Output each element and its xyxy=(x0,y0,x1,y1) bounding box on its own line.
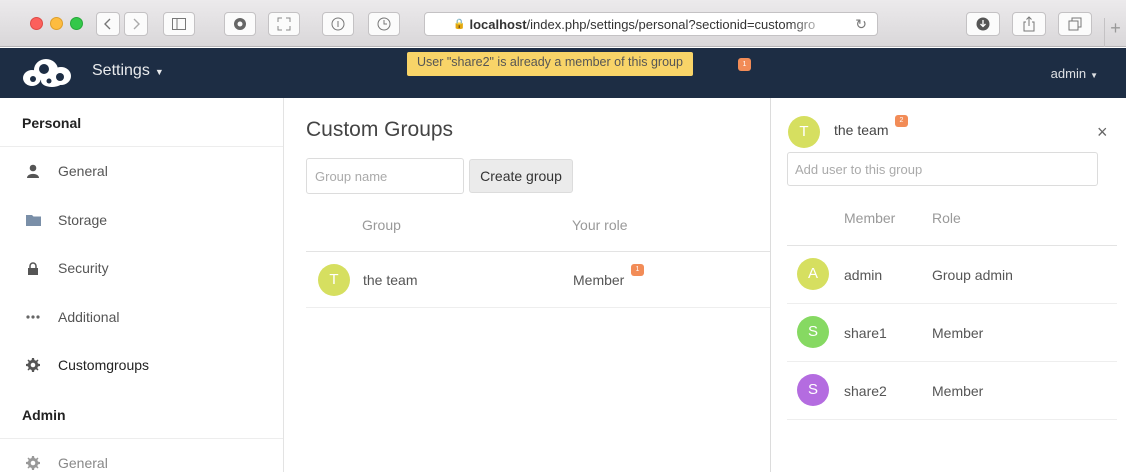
member-role: Member xyxy=(932,325,984,341)
close-icon[interactable]: × xyxy=(1097,122,1108,143)
reload-icon[interactable]: ↻ xyxy=(855,16,867,33)
avatar: T xyxy=(788,116,820,148)
caret-down-icon: ▼ xyxy=(1090,71,1098,80)
sidebar-heading-admin: Admin xyxy=(0,390,283,439)
sidebar-item-label: Additional xyxy=(58,308,120,325)
table-row[interactable]: A admin Group admin xyxy=(787,246,1117,304)
sidebar-toggle-button[interactable] xyxy=(163,12,195,36)
avatar: A xyxy=(797,258,829,290)
sidebar-item-label: General xyxy=(58,454,108,471)
chevron-left-icon xyxy=(104,18,111,30)
clock-icon xyxy=(377,17,391,31)
url-host: localhost xyxy=(469,16,527,32)
column-header-member: Member xyxy=(844,210,896,226)
download-icon xyxy=(976,17,990,31)
column-header-role: Role xyxy=(932,210,961,226)
group-name[interactable]: the team xyxy=(363,272,417,288)
url-path: /index.php/settings/personal?sectionid=c… xyxy=(526,16,816,32)
close-window-button[interactable] xyxy=(30,17,43,30)
user-icon xyxy=(25,163,41,179)
forward-button[interactable] xyxy=(124,12,148,36)
history-button[interactable] xyxy=(368,12,400,36)
sidebar-item-customgroups[interactable]: Customgroups xyxy=(0,341,283,390)
expand-icon xyxy=(277,17,291,31)
owncloud-logo[interactable] xyxy=(20,56,76,93)
group-details-panel: T the team 2 × Member Role A admin Group… xyxy=(770,98,1126,472)
info-icon xyxy=(331,17,345,31)
create-group-button[interactable]: Create group xyxy=(469,159,573,193)
settings-menu-label: Settings xyxy=(92,62,150,79)
share-icon xyxy=(1023,16,1035,32)
sidebar-item-label: Security xyxy=(58,260,109,277)
sidebar-item-storage[interactable]: Storage xyxy=(0,196,283,245)
reader-button[interactable] xyxy=(322,12,354,36)
extension-icon xyxy=(234,18,246,30)
browser-toolbar: 🔒 localhost/index.php/settings/personal?… xyxy=(0,0,1126,47)
fullscreen-button[interactable] xyxy=(268,12,300,36)
group-role: Member xyxy=(573,272,625,288)
table-row[interactable]: S share1 Member xyxy=(787,304,1117,362)
settings-menu[interactable]: Settings ▼ xyxy=(92,62,164,80)
address-bar[interactable]: 🔒 localhost/index.php/settings/personal?… xyxy=(424,12,878,36)
gear-icon xyxy=(25,357,41,373)
minimize-window-button[interactable] xyxy=(50,17,63,30)
notification-toast[interactable]: User "share2" is already a member of thi… xyxy=(407,52,693,76)
avatar: T xyxy=(318,264,350,296)
notification-badge: 1 xyxy=(738,58,751,71)
members-table-header: Member Role xyxy=(787,194,1117,246)
member-role: Group admin xyxy=(932,267,1013,283)
page-title: Custom Groups xyxy=(306,118,454,141)
gear-icon xyxy=(25,455,41,471)
group-name-input[interactable] xyxy=(306,158,464,194)
extension-button[interactable] xyxy=(224,12,256,36)
zoom-window-button[interactable] xyxy=(70,17,83,30)
role-badge: 1 xyxy=(631,264,644,276)
tabs-button[interactable] xyxy=(1058,12,1092,36)
sidebar-item-additional[interactable]: Additional xyxy=(0,293,283,342)
table-row[interactable]: S share2 Member xyxy=(787,362,1117,420)
caret-down-icon: ▼ xyxy=(154,67,164,77)
sidebar-item-label: General xyxy=(58,163,108,180)
member-role: Member xyxy=(932,383,984,399)
column-header-group: Group xyxy=(362,217,401,233)
more-icon xyxy=(25,309,41,325)
sidebar-icon xyxy=(172,18,186,30)
member-name: share2 xyxy=(844,383,887,399)
back-button[interactable] xyxy=(96,12,120,36)
downloads-button[interactable] xyxy=(966,12,1000,36)
chevron-right-icon xyxy=(133,18,140,30)
sidebar-item-admin-general[interactable]: General xyxy=(0,439,283,472)
folder-icon xyxy=(25,212,41,228)
tabs-icon xyxy=(1068,17,1082,31)
sidebar-heading-personal: Personal xyxy=(0,98,283,147)
user-menu[interactable]: admin ▼ xyxy=(1051,66,1098,81)
add-user-input[interactable] xyxy=(787,152,1098,186)
sidebar-item-general[interactable]: General xyxy=(0,147,283,196)
sidebar-item-security[interactable]: Security xyxy=(0,244,283,293)
settings-sidebar: Personal General Storage Security Additi… xyxy=(0,98,284,472)
member-name: admin xyxy=(844,267,883,283)
table-row[interactable]: T the team Member 1 xyxy=(306,252,770,308)
share-button[interactable] xyxy=(1012,12,1046,36)
member-name: share1 xyxy=(844,325,887,341)
user-menu-label: admin xyxy=(1050,66,1087,81)
panel-title[interactable]: the team xyxy=(834,122,888,138)
new-tab-button[interactable]: + xyxy=(1104,18,1126,47)
column-header-role: Your role xyxy=(572,217,628,233)
avatar: S xyxy=(797,316,829,348)
lock-icon: 🔒 xyxy=(453,18,466,30)
title-badge: 2 xyxy=(895,115,908,127)
sidebar-item-label: Customgroups xyxy=(58,357,150,374)
avatar: S xyxy=(797,374,829,406)
groups-table-header: Group Your role xyxy=(306,202,770,252)
lock-icon xyxy=(25,260,41,276)
sidebar-item-label: Storage xyxy=(58,211,108,228)
